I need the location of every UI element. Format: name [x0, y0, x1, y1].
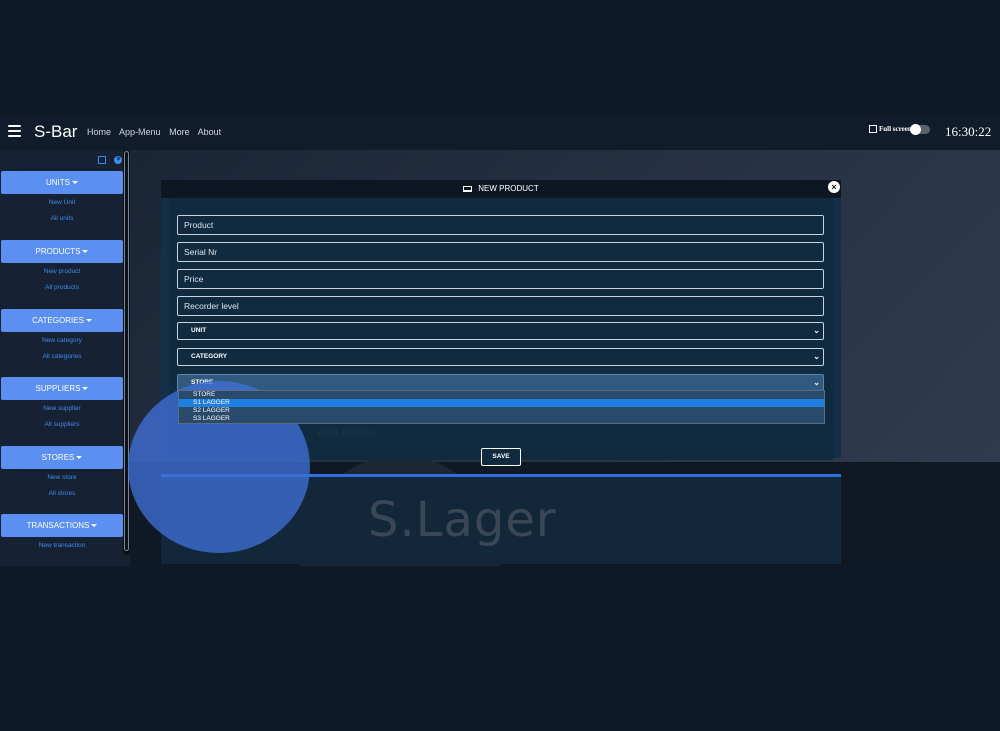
product-input[interactable]: Product — [177, 215, 824, 235]
top-navbar: S-Bar Home App-Menu More About Full scre… — [0, 116, 1000, 150]
fullscreen-toggle[interactable] — [910, 124, 930, 135]
caret-down-icon — [91, 524, 98, 528]
serial-input[interactable]: Serial Nr — [177, 242, 824, 262]
sidebar-units-label: UNITS — [46, 178, 70, 187]
sidebar-link-new-supplier[interactable]: New supplier — [0, 405, 124, 412]
sidebar-suppliers-label: SUPPLIERS — [35, 384, 81, 393]
sidebar-link-new-unit[interactable]: New Unit — [0, 199, 124, 206]
modal-header: NEW PRODUCT × — [161, 180, 841, 198]
store-option[interactable]: S2 LAGGER — [179, 407, 824, 415]
app-window: S-Bar Home App-Menu More About Full scre… — [0, 116, 1000, 566]
chevron-down-icon: ⌄ — [813, 378, 820, 387]
chevron-down-icon: ⌄ — [813, 326, 820, 335]
caret-down-icon — [85, 319, 92, 323]
sidebar-link-all-stores[interactable]: All stores — [0, 490, 124, 497]
modal-title: NEW PRODUCT — [161, 180, 841, 198]
sidebar-scrollbar-thumb[interactable] — [124, 151, 129, 551]
sidebar: × UNITS New Unit All units PRODUCTS New … — [0, 150, 124, 566]
fullscreen-text: Full screen — [879, 125, 912, 133]
sidebar-stores-label: STORES — [41, 453, 75, 462]
sidebar-units-button[interactable]: UNITS — [1, 171, 123, 194]
unit-select-value: UNIT — [191, 327, 207, 334]
category-select[interactable]: CATEGORY ⌄ — [177, 348, 824, 366]
caret-down-icon — [72, 181, 78, 185]
recorder-level-input[interactable]: Recorder level — [177, 296, 824, 316]
store-option[interactable]: STORE — [179, 391, 824, 399]
sidebar-link-all-suppliers[interactable]: All suppliers — [0, 421, 124, 428]
store-option[interactable]: S3 LAGGER — [179, 415, 824, 423]
nav-about[interactable]: About — [198, 127, 222, 137]
sidebar-link-all-units[interactable]: All units — [0, 215, 124, 222]
sidebar-link-new-store[interactable]: New store — [0, 474, 124, 481]
modal-close-button[interactable]: × — [828, 181, 840, 193]
sidebar-transactions-button[interactable]: TRANSACTIONS — [1, 514, 123, 537]
watermark-logo: S.Lager — [368, 492, 557, 548]
hamburger-menu-icon[interactable] — [8, 125, 21, 137]
sidebar-link-all-products[interactable]: All products — [0, 284, 124, 291]
caret-down-icon — [76, 456, 83, 460]
sidebar-suppliers-button[interactable]: SUPPLIERS — [1, 377, 123, 400]
sidebar-link-all-categories[interactable]: All categories — [0, 353, 124, 360]
sidebar-link-new-product[interactable]: New product — [0, 268, 124, 275]
sidebar-categories-button[interactable]: CATEGORIES — [1, 309, 123, 332]
modal-title-text: NEW PRODUCT — [478, 184, 539, 193]
save-button[interactable]: SAVE — [481, 448, 521, 466]
caret-down-icon — [82, 250, 89, 254]
fullscreen-label: Full screen — [869, 125, 912, 134]
sidebar-stores-button[interactable]: STORES — [1, 446, 123, 469]
chevron-down-icon: ⌄ — [813, 352, 820, 361]
category-select-value: CATEGORY — [191, 353, 228, 360]
clock: 16:30:22 — [945, 124, 992, 139]
nav-app-menu[interactable]: App-Menu — [119, 127, 161, 137]
sidebar-products-label: PRODUCTS — [35, 247, 81, 256]
close-icon[interactable]: × — [114, 156, 123, 164]
fullscreen-icon — [869, 125, 877, 134]
watermark-subtitle: Web Edition — [316, 427, 376, 439]
caret-down-icon — [82, 387, 89, 391]
nav-home[interactable]: Home — [87, 127, 111, 137]
sidebar-products-button[interactable]: PRODUCTS — [1, 240, 123, 263]
price-input[interactable]: Price — [177, 269, 824, 289]
laptop-icon — [463, 185, 473, 192]
sidebar-transactions-label: TRANSACTIONS — [26, 521, 90, 530]
store-dropdown-list: STORE S1 LAGGER S2 LAGGER S3 LAGGER — [178, 390, 825, 424]
copy-icon[interactable] — [98, 156, 106, 164]
sidebar-link-new-transaction[interactable]: New transaction — [0, 542, 124, 549]
sidebar-link-new-category[interactable]: New category — [0, 337, 124, 344]
unit-select[interactable]: UNIT ⌄ — [177, 322, 824, 340]
nav-more[interactable]: More — [169, 127, 190, 137]
sidebar-categories-label: CATEGORIES — [32, 316, 84, 325]
brand-title: S-Bar — [34, 122, 78, 141]
store-option[interactable]: S1 LAGGER — [179, 399, 824, 407]
main-nav: Home App-Menu More About — [87, 127, 227, 137]
